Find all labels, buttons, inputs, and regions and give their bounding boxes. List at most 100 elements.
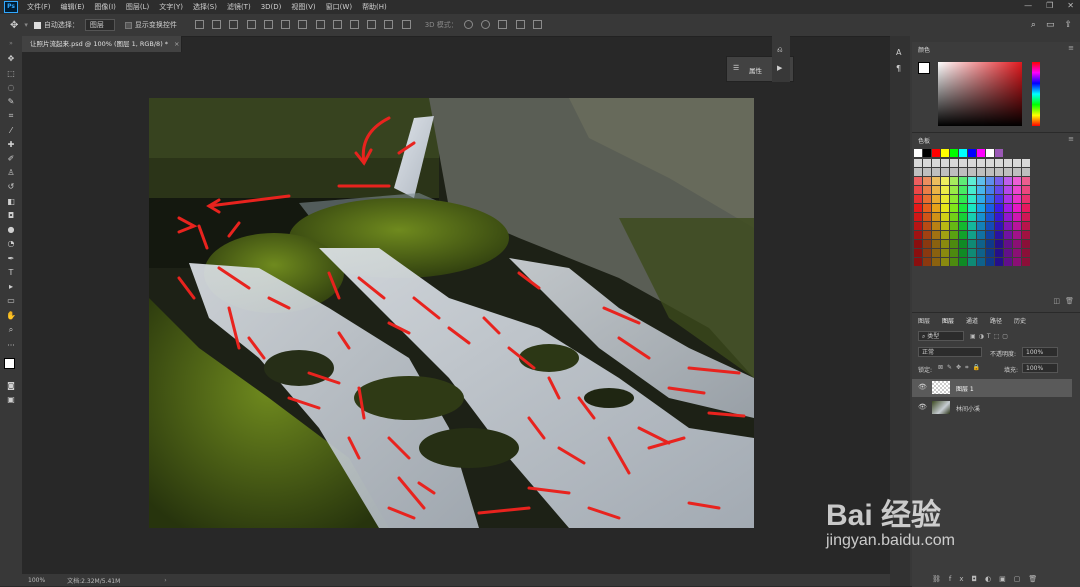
swatch[interactable] — [950, 240, 958, 248]
swatch[interactable] — [1013, 168, 1021, 176]
history-panel-icon[interactable]: ⎌ — [777, 46, 783, 55]
swatch[interactable] — [995, 249, 1003, 257]
swatch[interactable] — [1004, 222, 1012, 230]
blur-tool-icon[interactable]: ● — [5, 224, 17, 236]
swatch[interactable] — [986, 213, 994, 221]
swatch[interactable] — [968, 195, 976, 203]
swatch[interactable] — [1022, 159, 1030, 167]
layers-tab-adjust[interactable]: 图层 — [918, 316, 930, 325]
delete-swatch-icon[interactable]: 🗑 — [1065, 297, 1074, 305]
swatch[interactable] — [950, 222, 958, 230]
foreground-color-swatch[interactable] — [4, 358, 15, 369]
swatch[interactable] — [950, 213, 958, 221]
document-tab[interactable]: 让照片流起来.psd @ 100% (图层 1, RGB/8) * × — [22, 36, 182, 52]
swatch[interactable] — [950, 186, 958, 194]
swatch[interactable] — [1013, 186, 1021, 194]
hue-slider[interactable] — [1032, 62, 1040, 126]
lasso-tool-icon[interactable]: ◌ — [5, 82, 17, 94]
swatch[interactable] — [995, 222, 1003, 230]
swatch[interactable] — [1004, 213, 1012, 221]
swatch[interactable] — [941, 258, 949, 266]
swatch[interactable] — [977, 186, 985, 194]
layer-filter-icons[interactable]: ▣◑T⬚▢ — [970, 333, 1011, 340]
swatch[interactable] — [932, 177, 940, 185]
swatch[interactable] — [932, 195, 940, 203]
swatch[interactable] — [986, 186, 994, 194]
swatch[interactable] — [959, 222, 967, 230]
swatch[interactable] — [959, 195, 967, 203]
swatch[interactable] — [959, 249, 967, 257]
swatch[interactable] — [923, 222, 931, 230]
3d-pan-icon[interactable] — [498, 19, 508, 29]
new-swatch-icon[interactable]: ◫ — [1053, 297, 1060, 305]
swatch[interactable] — [1004, 240, 1012, 248]
opacity-field[interactable]: 100% — [1022, 347, 1058, 357]
swatch[interactable] — [995, 159, 1003, 167]
swatch[interactable] — [923, 186, 931, 194]
swatch[interactable] — [968, 240, 976, 248]
swatch[interactable] — [941, 231, 949, 239]
healing-brush-tool-icon[interactable]: ✚ — [5, 139, 17, 151]
swatch[interactable] — [1004, 186, 1012, 194]
swatch[interactable] — [968, 149, 976, 157]
swatch[interactable] — [1022, 231, 1030, 239]
swatch[interactable] — [986, 168, 994, 176]
swatch[interactable] — [1022, 186, 1030, 194]
distribute-left-icon[interactable] — [350, 19, 360, 29]
distribute-right-icon[interactable] — [384, 19, 394, 29]
swatch[interactable] — [1013, 240, 1021, 248]
swatch[interactable] — [977, 222, 985, 230]
canvas-image[interactable] — [149, 98, 754, 528]
layers-tab[interactable]: 图层 — [942, 316, 954, 325]
swatch[interactable] — [950, 177, 958, 185]
distribute-bottom-icon[interactable] — [332, 19, 342, 29]
swatch[interactable] — [959, 177, 967, 185]
swatch[interactable] — [914, 159, 922, 167]
share-icon[interactable]: ⇪ — [1064, 20, 1072, 30]
swatch[interactable] — [977, 249, 985, 257]
swatch[interactable] — [932, 149, 940, 157]
swatch[interactable] — [923, 159, 931, 167]
hand-tool-icon[interactable]: ✋ — [5, 310, 17, 322]
swatch[interactable] — [932, 249, 940, 257]
menu-select[interactable]: 选择(S) — [188, 2, 222, 12]
lock-icons[interactable]: ⊠✎✥⌗🔒 — [938, 364, 984, 372]
swatch[interactable] — [923, 213, 931, 221]
swatch[interactable] — [1004, 258, 1012, 266]
swatch[interactable] — [1022, 240, 1030, 248]
swatch[interactable] — [950, 249, 958, 257]
layer-name[interactable]: 图层 1 — [956, 384, 974, 393]
swatch[interactable] — [968, 177, 976, 185]
swatch[interactable] — [977, 240, 985, 248]
menu-filter[interactable]: 滤镜(T) — [222, 2, 256, 12]
align-top-icon[interactable] — [194, 19, 204, 29]
swatch[interactable] — [959, 204, 967, 212]
swatch[interactable] — [950, 149, 958, 157]
swatch[interactable] — [968, 213, 976, 221]
play-action-icon[interactable]: ▶ — [777, 64, 782, 72]
swatch[interactable] — [1022, 258, 1030, 266]
swatch[interactable] — [986, 204, 994, 212]
quick-select-tool-icon[interactable]: ✎ — [5, 96, 17, 108]
swatch[interactable] — [932, 204, 940, 212]
marquee-tool-icon[interactable]: ⬚ — [5, 68, 17, 80]
history-tab[interactable]: 历史 — [1014, 316, 1026, 325]
swatch[interactable] — [932, 231, 940, 239]
swatch[interactable] — [932, 240, 940, 248]
swatch[interactable] — [977, 204, 985, 212]
swatch[interactable] — [941, 149, 949, 157]
swatch[interactable] — [959, 168, 967, 176]
menu-window[interactable]: 窗口(W) — [321, 2, 357, 12]
swatch[interactable] — [959, 159, 967, 167]
swatch[interactable] — [986, 177, 994, 185]
swatch[interactable] — [950, 168, 958, 176]
restore-icon[interactable]: ❐ — [1046, 1, 1053, 10]
swatch[interactable] — [1004, 168, 1012, 176]
swatch[interactable] — [950, 258, 958, 266]
swatch[interactable] — [1013, 159, 1021, 167]
swatch[interactable] — [977, 168, 985, 176]
swatch[interactable] — [932, 222, 940, 230]
swatch[interactable] — [968, 231, 976, 239]
swatch[interactable] — [923, 168, 931, 176]
swatch[interactable] — [995, 186, 1003, 194]
